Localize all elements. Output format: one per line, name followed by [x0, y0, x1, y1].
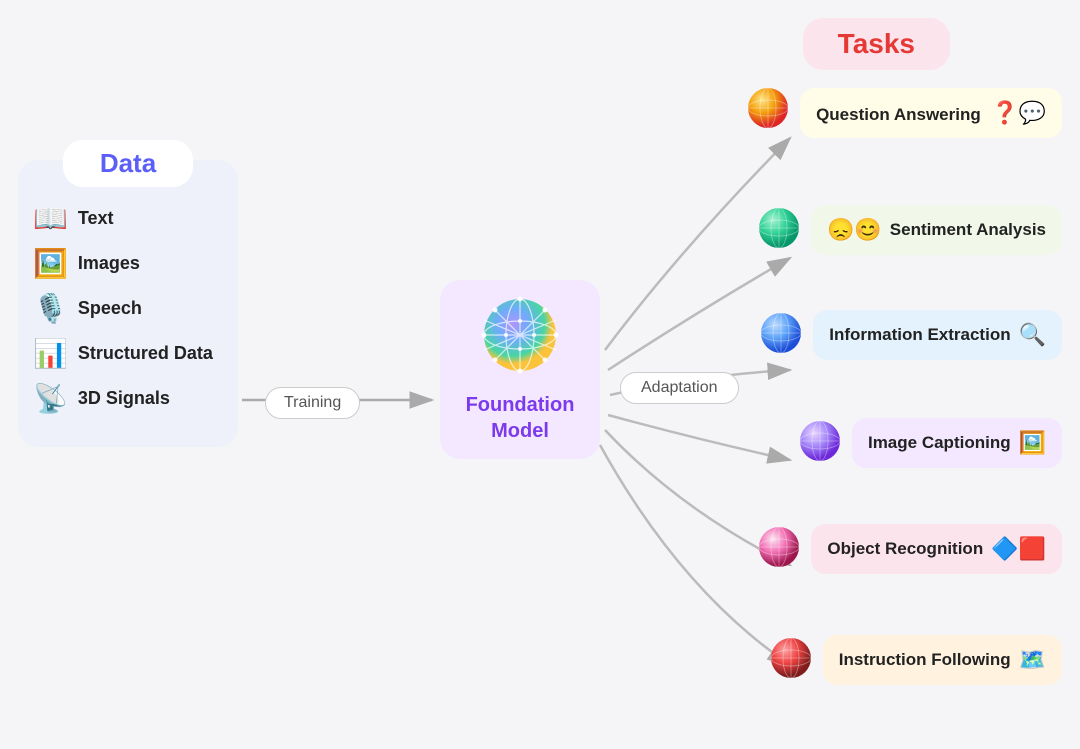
task-image-captioning: Image Captioning 🖼️ — [798, 418, 1062, 468]
text-label: Text — [78, 208, 114, 229]
sentiment-icon: 😞😊 — [827, 217, 882, 243]
data-title: Data — [100, 148, 156, 178]
sentiment-ball — [757, 206, 801, 255]
caption-ball — [798, 419, 842, 468]
foundation-icon — [455, 295, 585, 387]
images-icon: 🖼️ — [33, 247, 68, 280]
caption-card: Image Captioning 🖼️ — [852, 418, 1062, 468]
data-title-box: Data — [63, 140, 193, 187]
task-info-extraction: Information Extraction 🔍 — [759, 310, 1062, 360]
text-icon: 📖 — [33, 202, 68, 235]
adaptation-label: Adaptation — [620, 372, 739, 404]
training-label: Training — [265, 387, 360, 419]
task-question-answering: Question Answering ❓💬 — [746, 86, 1062, 140]
tasks-title: Tasks — [838, 28, 915, 59]
structured-icon: 📊 — [33, 337, 68, 370]
object-ball — [757, 525, 801, 574]
qa-icon: ❓💬 — [991, 100, 1046, 125]
signals-label: 3D Signals — [78, 388, 170, 409]
data-item-3d: 📡 3D Signals — [33, 382, 223, 415]
instruction-ball — [769, 636, 813, 685]
data-item-speech: 🎙️ Speech — [33, 292, 223, 325]
instruction-label: Instruction Following — [839, 650, 1011, 670]
qa-card: Question Answering ❓💬 — [800, 88, 1062, 138]
task-object-recognition: Object Recognition 🔷🟥 — [757, 524, 1062, 574]
foundation-title: Foundation Model — [455, 392, 585, 444]
images-label: Images — [78, 253, 140, 274]
caption-label: Image Captioning — [868, 433, 1011, 453]
caption-icon: 🖼️ — [1019, 430, 1046, 456]
object-icon: 🔷🟥 — [991, 536, 1046, 562]
data-item-text: 📖 Text — [33, 202, 223, 235]
sentiment-label: Sentiment Analysis — [890, 220, 1046, 240]
info-card: Information Extraction 🔍 — [813, 310, 1062, 360]
sentiment-card: 😞😊 Sentiment Analysis — [811, 205, 1062, 255]
object-label: Object Recognition — [827, 539, 983, 559]
task-sentiment: 😞😊 Sentiment Analysis — [757, 205, 1062, 255]
speech-label: Speech — [78, 298, 142, 319]
structured-label: Structured Data — [78, 343, 213, 364]
data-item-images: 🖼️ Images — [33, 247, 223, 280]
instruction-icon: 🗺️ — [1019, 647, 1046, 673]
qa-label: Question Answering — [816, 105, 981, 124]
signals-icon: 📡 — [33, 382, 68, 415]
object-card: Object Recognition 🔷🟥 — [811, 524, 1062, 574]
task-instruction-following: Instruction Following 🗺️ — [769, 635, 1062, 685]
tasks-box: Tasks — [803, 18, 950, 70]
info-ball — [759, 311, 803, 360]
info-label: Information Extraction — [829, 325, 1010, 345]
instruction-card: Instruction Following 🗺️ — [823, 635, 1062, 685]
foundation-model-box: Foundation Model — [440, 280, 600, 459]
speech-icon: 🎙️ — [33, 292, 68, 325]
qa-ball — [746, 86, 790, 140]
data-item-structured: 📊 Structured Data — [33, 337, 223, 370]
data-panel: Data 📖 Text 🖼️ Images 🎙️ Speech 📊 Struct… — [18, 160, 238, 447]
foundation-sphere — [480, 295, 560, 375]
info-icon: 🔍 — [1019, 322, 1046, 348]
